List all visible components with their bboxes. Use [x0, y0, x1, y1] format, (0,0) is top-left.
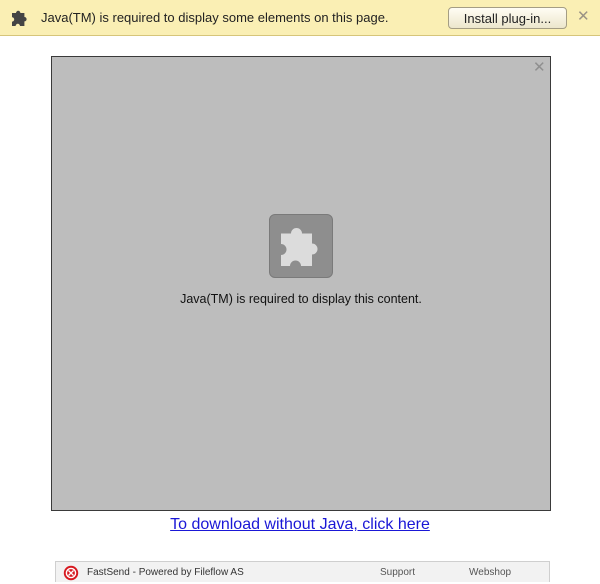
- fastsend-logo-icon: [63, 565, 79, 581]
- plugin-message: Java(TM) is required to display this con…: [180, 292, 422, 306]
- footer-bar: FastSend - Powered by Fileflow AS Suppor…: [55, 561, 550, 582]
- footer-support-link[interactable]: Support: [380, 567, 415, 578]
- puzzle-piece-icon: [281, 228, 318, 266]
- download-without-java-link[interactable]: To download without Java, click here: [0, 516, 600, 534]
- footer-webshop-link[interactable]: Webshop: [469, 567, 511, 578]
- install-plugin-button[interactable]: Install plug-in...: [448, 7, 567, 29]
- footer-brand: FastSend - Powered by Fileflow AS: [87, 567, 244, 578]
- puzzle-piece-icon: [10, 8, 30, 28]
- plugin-placeholder[interactable]: ✕ Java(TM) is required to display this c…: [51, 56, 551, 511]
- infobar-message: Java(TM) is required to display some ele…: [41, 10, 389, 25]
- plugin-infobar: Java(TM) is required to display some ele…: [0, 0, 600, 36]
- infobar-close-icon[interactable]: ✕: [577, 9, 590, 25]
- plugin-tile: [269, 214, 333, 278]
- plugin-close-icon[interactable]: ✕: [533, 60, 546, 75]
